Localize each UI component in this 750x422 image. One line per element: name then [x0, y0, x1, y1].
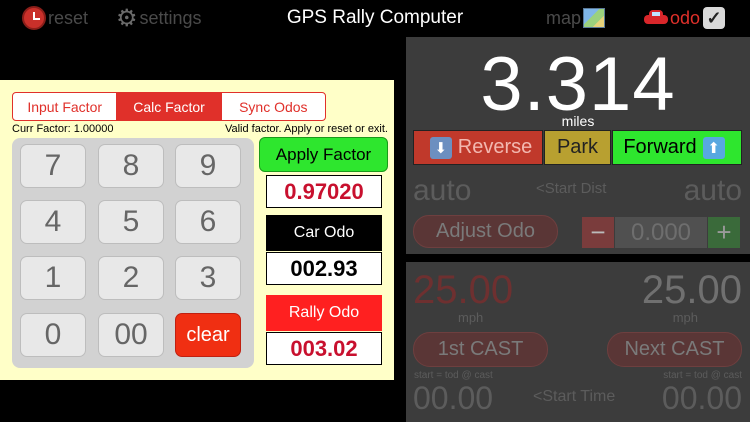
- map-icon: [583, 8, 606, 28]
- start-time-label: <Start Time: [533, 388, 616, 405]
- auto-right: auto: [683, 174, 742, 207]
- reset-label: reset: [48, 7, 89, 28]
- app-title: GPS Rally Computer: [286, 7, 464, 28]
- start-time-left[interactable]: 00.00: [413, 380, 493, 417]
- checkbox-icon[interactable]: ✓: [703, 7, 726, 29]
- reverse-label: Reverse: [457, 136, 533, 158]
- tab-sync-odos[interactable]: Sync Odos: [222, 93, 325, 120]
- key-6[interactable]: 6: [175, 200, 241, 244]
- park-button[interactable]: Park: [544, 130, 611, 165]
- forward-label: Forward: [623, 136, 697, 158]
- start-dist-label: <Start Dist: [536, 180, 607, 197]
- first-cast-button[interactable]: 1st CAST: [413, 332, 548, 367]
- odo-label: odo: [670, 7, 701, 28]
- factor-panel: Input Factor Calc Factor Sync Odos Curr …: [0, 80, 394, 380]
- adjust-value[interactable]: 0.000: [615, 217, 707, 248]
- key-3[interactable]: 3: [175, 256, 241, 300]
- keypad: 7 8 9 4 5 6 1 2 3 0 00 clear: [12, 138, 254, 368]
- plus-button[interactable]: +: [708, 217, 740, 248]
- speed-right-value[interactable]: 25.00: [642, 268, 742, 312]
- key-4[interactable]: 4: [20, 200, 86, 244]
- key-1[interactable]: 1: [20, 256, 86, 300]
- factor-value: 0.97020: [266, 175, 382, 208]
- apply-factor-button[interactable]: Apply Factor: [259, 137, 388, 172]
- arrow-up-icon: ⬆: [702, 136, 725, 159]
- key-0[interactable]: 0: [20, 313, 86, 357]
- alarm-clock-icon: [22, 6, 46, 30]
- next-cast-button[interactable]: Next CAST: [607, 332, 742, 367]
- distance-unit: miles: [561, 113, 595, 129]
- rally-odo-value[interactable]: 003.02: [266, 332, 382, 365]
- car-odo-value[interactable]: 002.93: [266, 252, 382, 285]
- distance-readout: 3.314: [480, 42, 676, 127]
- settings-button[interactable]: ⚙ settings: [116, 0, 202, 36]
- rally-odo-label: Rally Odo: [266, 295, 382, 331]
- reverse-button[interactable]: ⬇ Reverse: [413, 130, 543, 165]
- odometer-panel: 3.314 miles ⬇ Reverse Park Forward ⬆ aut…: [406, 37, 750, 254]
- adjust-odo-button[interactable]: Adjust Odo: [413, 215, 558, 248]
- speed-right-unit: mph: [672, 310, 698, 325]
- current-factor-label: Curr Factor: 1.00000: [12, 123, 114, 135]
- odo-button[interactable]: odo ✓: [644, 0, 727, 36]
- factor-tabs: Input Factor Calc Factor Sync Odos: [12, 92, 326, 121]
- tab-calc-factor[interactable]: Calc Factor: [117, 93, 222, 120]
- tab-input-factor[interactable]: Input Factor: [13, 93, 118, 120]
- cast-panel: 25.00 25.00 mph mph 1st CAST Next CAST s…: [406, 262, 750, 422]
- key-8[interactable]: 8: [98, 144, 164, 188]
- reset-button[interactable]: reset: [22, 0, 88, 36]
- key-7[interactable]: 7: [20, 144, 86, 188]
- speed-left-unit: mph: [458, 310, 484, 325]
- top-bar: reset ⚙ settings GPS Rally Computer map …: [0, 0, 750, 36]
- key-00[interactable]: 00: [98, 313, 164, 357]
- gear-icon: ⚙: [116, 4, 138, 32]
- forward-button[interactable]: Forward ⬆: [612, 130, 742, 165]
- minus-button[interactable]: −: [582, 217, 614, 248]
- clear-button[interactable]: clear: [175, 313, 241, 357]
- speed-left-value[interactable]: 25.00: [413, 268, 513, 312]
- auto-left: auto: [413, 174, 472, 207]
- key-5[interactable]: 5: [98, 200, 164, 244]
- settings-label: settings: [139, 7, 202, 28]
- key-9[interactable]: 9: [175, 144, 241, 188]
- map-label: map: [546, 7, 582, 28]
- car-icon: [644, 10, 668, 26]
- map-button[interactable]: map: [546, 0, 606, 36]
- start-time-right[interactable]: 00.00: [662, 380, 742, 417]
- key-2[interactable]: 2: [98, 256, 164, 300]
- status-message: Valid factor. Apply or reset or exit.: [224, 123, 388, 135]
- car-odo-label: Car Odo: [266, 215, 382, 251]
- arrow-down-icon: ⬇: [429, 136, 452, 159]
